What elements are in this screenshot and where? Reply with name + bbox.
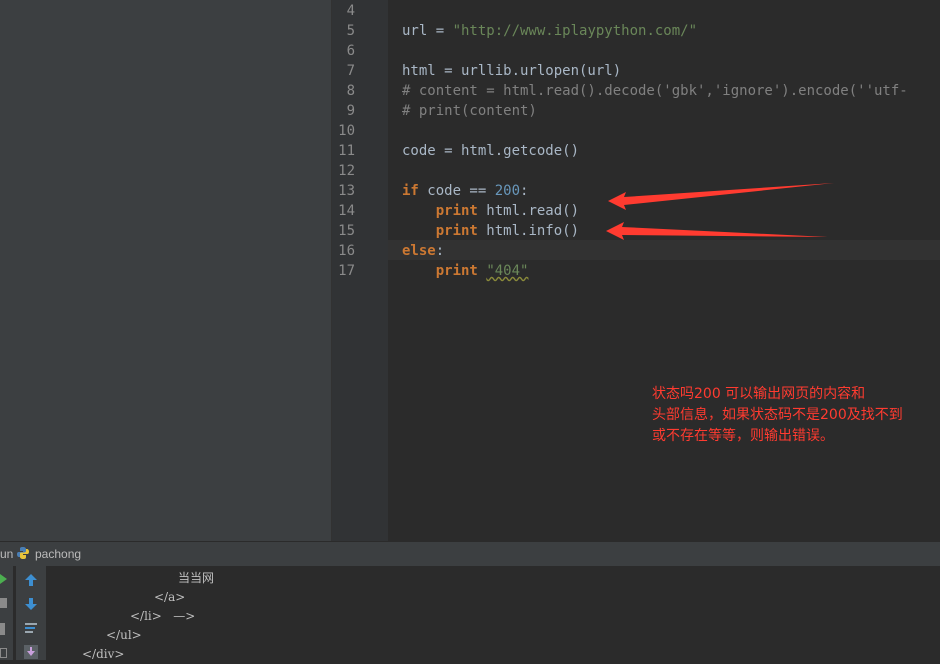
run-toolbar [0, 566, 13, 660]
console-line: </a> [154, 590, 186, 604]
pause-icon[interactable] [0, 623, 5, 635]
scroll-end-icon[interactable] [23, 644, 39, 660]
console-toolbar [15, 566, 46, 660]
annotation-line: 头部信息，如果状态码不是200及找不到 [652, 407, 903, 423]
annotation-note: 状态吗200 可以输出网页的内容和 头部信息，如果状态码不是200及找不到 或不… [652, 384, 940, 447]
run-label: un [0, 547, 14, 561]
annotation-line: 状态吗200 可以输出网页的内容和 [652, 386, 866, 402]
run-console-output[interactable]: 当当网 </a> </li> —> </ul> </div> [46, 566, 940, 661]
restore-layout-icon[interactable] [0, 648, 7, 658]
run-tool-window-header[interactable]: un pachong [0, 541, 940, 566]
down-arrow-icon[interactable] [23, 596, 39, 612]
stop-icon[interactable] [0, 598, 7, 608]
run-icon[interactable] [0, 574, 8, 584]
run-config-name[interactable]: pachong [35, 547, 81, 561]
console-line: </li> —> [130, 609, 196, 623]
up-arrow-icon[interactable] [23, 572, 39, 588]
console-line: </div> [82, 647, 125, 661]
soft-wrap-icon[interactable] [23, 620, 39, 636]
annotation-line: 或不存在等等，则输出错误。 [652, 428, 834, 444]
python-icon [17, 547, 29, 559]
console-line: </ul> [106, 628, 142, 642]
arrow-icon [608, 183, 834, 210]
console-line: 当当网 [178, 571, 215, 585]
arrow-icon [606, 222, 828, 240]
